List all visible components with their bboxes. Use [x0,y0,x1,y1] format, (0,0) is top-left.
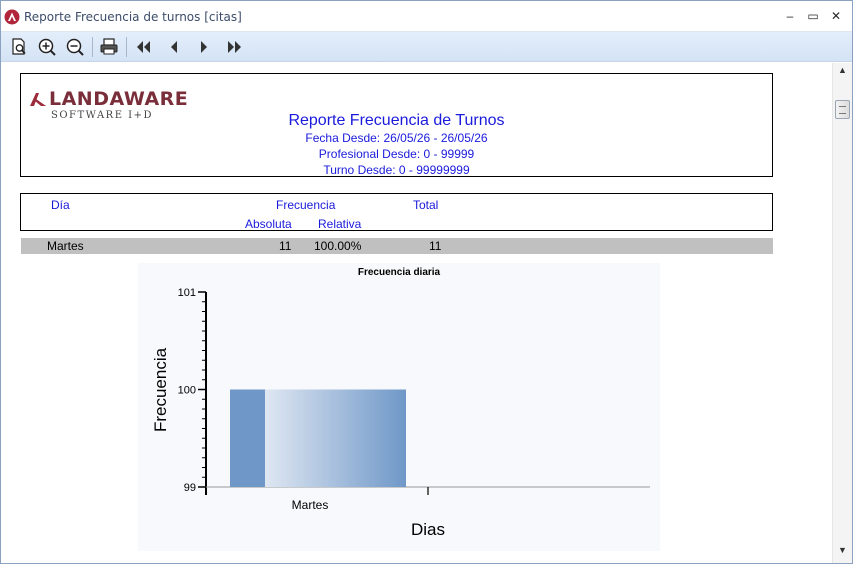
app-logo-icon [4,9,20,25]
chart-title: Frecuencia diaria [358,267,441,278]
y-tick-label: 101 [178,287,196,299]
row-absoluta: 11 [279,239,292,253]
column-total: Total [413,198,439,212]
title-bar: Reporte Frecuencia de turnos [citas] ‒ ▭… [1,1,852,32]
vertical-scrollbar[interactable]: ▲ ▼ [832,63,852,563]
report-window: Reporte Frecuencia de turnos [citas] ‒ ▭… [0,0,853,564]
scrollbar-thumb[interactable] [835,100,850,119]
window-title: Reporte Frecuencia de turnos [citas] [24,10,242,24]
row-relativa: 100.00% [314,239,362,253]
table-row: Martes 11 100.00% 11 [21,238,773,254]
first-page-icon[interactable] [134,37,154,57]
logo-name: LANDAWARE [49,88,189,110]
report-page: LANDAWARE SOFTWARE I+D Reporte Frecuenci… [1,63,832,563]
y-tick-label: 100 [178,385,196,397]
report-title: Reporte Frecuencia de Turnos [288,112,505,129]
toolbar-separator [92,37,93,57]
column-headers: Día Frecuencia Total Absoluta Relativa [20,193,773,231]
print-icon[interactable] [99,37,119,57]
bar [265,389,406,487]
x-axis-label: Dias [411,520,445,539]
toolbar [1,32,852,62]
row-dia: Martes [47,239,84,253]
maximize-button[interactable]: ▭ [804,7,822,25]
column-dia: Día [51,198,70,212]
scroll-down-icon[interactable]: ▼ [833,545,852,561]
row-total: 11 [429,239,442,253]
report-date-range: Fecha Desde: 26/05/26 - 26/05/26 [305,131,488,145]
prev-page-icon[interactable] [164,37,184,57]
bar-shadow [230,389,265,487]
zoom-in-icon[interactable] [37,37,57,57]
y-tick-label: 99 [184,482,196,494]
next-page-icon[interactable] [194,37,214,57]
frequency-chart: Frecuencia diaria 99 100 101 Martes Dias Frecu… [138,263,660,551]
column-frecuencia: Frecuencia [276,198,336,212]
report-shift-range: Turno Desde: 0 - 99999999 [323,163,470,177]
last-page-icon[interactable] [224,37,244,57]
column-absoluta: Absoluta [245,217,292,231]
report-header: LANDAWARE SOFTWARE I+D Reporte Frecuenci… [20,73,773,177]
landaware-logo-icon [30,93,46,106]
column-relativa: Relativa [318,217,362,231]
minimize-button[interactable]: ‒ [781,7,799,25]
y-axis-label: Frecuencia [151,347,170,432]
scroll-up-icon[interactable]: ▲ [833,65,852,81]
zoom-out-icon[interactable] [65,37,85,57]
preview-icon[interactable] [9,37,29,57]
toolbar-separator [126,37,127,57]
report-professional-range: Profesional Desde: 0 - 99999 [318,147,475,161]
x-tick-label: Martes [292,498,329,512]
close-button[interactable]: ✕ [827,7,845,25]
chart-canvas: Frecuencia diaria 99 100 101 Martes Dias Frecu… [151,267,650,539]
